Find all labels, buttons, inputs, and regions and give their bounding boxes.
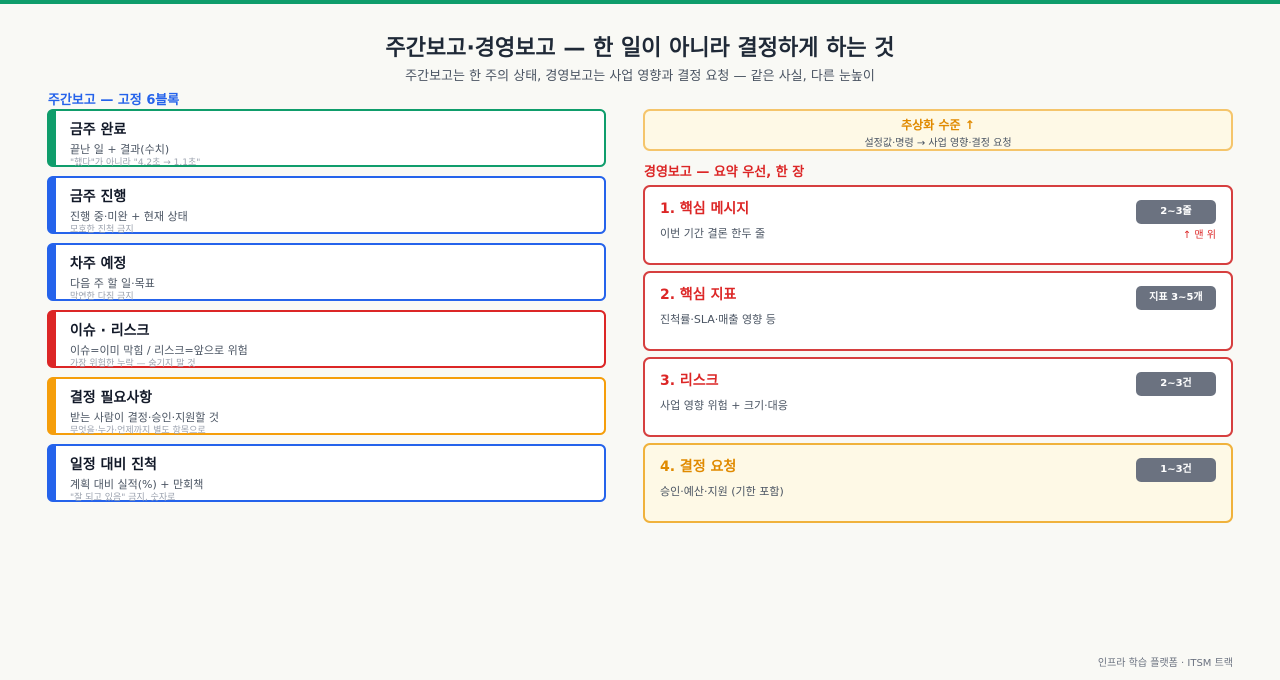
page-subtitle: 주간보고는 한 주의 상태, 경영보고는 사업 영향과 결정 요청 — 같은 사… (405, 69, 875, 84)
card-title: 1. 핵심 메시지 (660, 201, 750, 217)
card-title: 2. 핵심 지표 (660, 287, 737, 303)
card-badge: 1~3건 (1136, 458, 1216, 482)
block-title: 금주 완료 (70, 122, 127, 138)
weekly-block-decisions-needed: 결정 필요사항 받는 사람이 결정·승인·지원할 것 무엇을·누가·언제까지 별… (47, 377, 606, 436)
weekly-block-completed: 금주 완료 끝난 일 + 결과(수치) "했다"가 아니라 "4.2초 → 1.… (47, 109, 606, 168)
weekly-block-next-week: 차주 예정 다음 주 할 일·목표 막연한 다짐 금지 (47, 243, 606, 302)
card-title: 4. 결정 요청 (660, 459, 737, 475)
page-title: 주간보고·경영보고 — 한 일이 아니라 결정하게 하는 것 (385, 36, 895, 61)
block-note: "잘 되고 있음" 금지, 숫자로 (70, 493, 176, 503)
block-note: 모호한 진척 금지 (70, 225, 134, 235)
executive-card-decision-request: 4. 결정 요청 승인·예산·지원 (기한 포함) 1~3건 (643, 443, 1233, 523)
abstraction-title: 추상화 수준 ↑ (901, 118, 975, 132)
card-badge: 2~3건 (1136, 372, 1216, 396)
card-badge: 2~3줄 (1136, 200, 1216, 224)
top-accent-bar (0, 0, 1280, 4)
block-note: 무엇을·누가·언제까지 별도 항목으로 (70, 426, 206, 436)
card-badge: 지표 3~5개 (1136, 286, 1216, 310)
card-title: 3. 리스크 (660, 373, 719, 389)
footer-credit: 인프라 학습 플랫폼 · ITSM 트랙 (1097, 658, 1233, 669)
executive-card-risks: 3. 리스크 사업 영향 위험 + 크기·대응 2~3건 (643, 357, 1233, 437)
abstraction-level-banner: 추상화 수준 ↑ 설정값·명령 → 사업 영향·결정 요청 (643, 109, 1233, 151)
block-title: 결정 필요사항 (70, 390, 153, 406)
weekly-report-heading: 주간보고 — 고정 6블록 (48, 93, 180, 108)
weekly-block-issues-risks: 이슈 · 리스크 이슈=이미 막힘 / 리스크=앞으로 위험 가장 위험한 누락… (47, 310, 606, 369)
block-title: 일정 대비 진척 (70, 457, 158, 473)
block-note: 가장 위험한 누락 — 숨기지 말 것 (70, 359, 196, 369)
card-description: 승인·예산·지원 (기한 포함) (660, 485, 784, 498)
block-title: 금주 진행 (70, 189, 127, 205)
abstraction-description: 설정값·명령 → 사업 영향·결정 요청 (864, 138, 1012, 149)
weekly-block-schedule-progress: 일정 대비 진척 계획 대비 실적(%) + 만회책 "잘 되고 있음" 금지,… (47, 444, 606, 503)
block-title: 이슈 · 리스크 (70, 323, 150, 339)
card-description: 이번 기간 결론 한두 줄 (660, 227, 766, 240)
executive-card-key-metrics: 2. 핵심 지표 진척률·SLA·매출 영향 등 지표 3~5개 (643, 271, 1233, 351)
block-title: 차주 예정 (70, 256, 127, 272)
card-position-note: ↑ 맨 위 (1182, 230, 1216, 241)
block-note: 막연한 다짐 금지 (70, 292, 134, 302)
executive-report-heading: 경영보고 — 요약 우선, 한 장 (644, 165, 805, 180)
weekly-block-in-progress: 금주 진행 진행 중·미완 + 현재 상태 모호한 진척 금지 (47, 176, 606, 235)
card-description: 사업 영향 위험 + 크기·대응 (660, 399, 788, 412)
executive-card-key-message: 1. 핵심 메시지 이번 기간 결론 한두 줄 2~3줄 ↑ 맨 위 (643, 185, 1233, 265)
card-description: 진척률·SLA·매출 영향 등 (660, 313, 776, 326)
block-note: "했다"가 아니라 "4.2초 → 1.1초" (70, 158, 201, 168)
